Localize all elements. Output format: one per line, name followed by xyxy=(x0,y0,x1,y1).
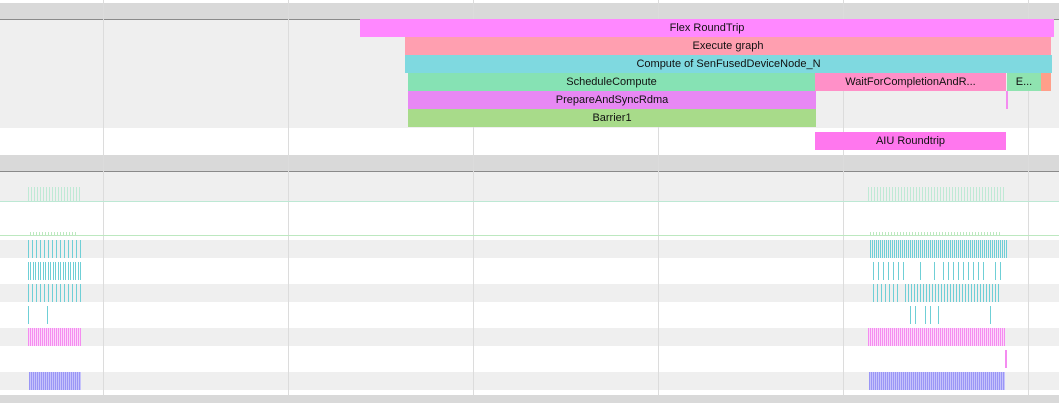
event-tick[interactable] xyxy=(47,306,48,324)
slice-aiu-roundtrip[interactable]: AIU Roundtrip xyxy=(815,132,1006,150)
event-tick[interactable] xyxy=(938,306,939,324)
event-tick[interactable] xyxy=(920,262,921,280)
bottom-stripe xyxy=(0,395,1059,403)
time-gridline xyxy=(288,0,289,395)
event-ticks-purple[interactable] xyxy=(29,372,81,390)
event-ticks-teal[interactable] xyxy=(925,306,931,324)
slice-prepare-sync-rdma[interactable]: PrepareAndSyncRdma xyxy=(408,91,816,109)
slice-e[interactable]: E... xyxy=(1007,73,1041,91)
event-ticks-teal[interactable] xyxy=(873,262,907,280)
event-ticks-magenta[interactable] xyxy=(868,328,1005,346)
slice-thin[interactable] xyxy=(1006,91,1008,109)
slice-flex-roundtrip[interactable]: Flex RoundTrip xyxy=(360,19,1054,37)
event-tick[interactable] xyxy=(990,306,991,324)
event-ticks-teal[interactable] xyxy=(910,306,916,324)
event-ticks-teal[interactable] xyxy=(943,262,988,280)
track-group-header-top[interactable] xyxy=(0,3,1059,19)
trace-timeline-viewer: { "slices": { "flex_roundtrip": "Flex Ro… xyxy=(0,0,1059,403)
slice-barrier[interactable]: Barrier1 xyxy=(408,109,816,127)
track-row xyxy=(0,284,1059,302)
event-tick[interactable] xyxy=(1005,350,1007,368)
event-ticks-purple[interactable] xyxy=(869,372,1005,390)
counter-line xyxy=(0,235,1059,236)
event-ticks-teal[interactable] xyxy=(28,262,82,280)
event-ticks-teal[interactable] xyxy=(873,284,899,302)
event-ticks-green[interactable] xyxy=(28,187,81,201)
slice-compute-node[interactable]: Compute of SenFusedDeviceNode_N xyxy=(405,55,1052,73)
slice-execute-graph[interactable]: Execute graph xyxy=(405,37,1051,55)
event-ticks-teal[interactable] xyxy=(28,240,82,258)
event-ticks-green[interactable] xyxy=(868,187,1006,201)
event-tick[interactable] xyxy=(28,306,29,324)
event-ticks-teal[interactable] xyxy=(995,262,1001,280)
event-ticks-green-small[interactable] xyxy=(30,232,76,235)
event-ticks-magenta[interactable] xyxy=(28,328,81,346)
track-group-header-bottom[interactable] xyxy=(0,155,1059,171)
slice-schedule-compute[interactable]: ScheduleCompute xyxy=(408,73,815,91)
counter-line xyxy=(0,201,1059,202)
event-tick[interactable] xyxy=(934,262,935,280)
event-ticks-teal[interactable] xyxy=(28,284,82,302)
slice-unlabeled[interactable] xyxy=(1041,73,1051,91)
slice-wait-for-completion[interactable]: WaitForCompletionAndR... xyxy=(815,73,1006,91)
event-ticks-teal[interactable] xyxy=(905,284,1001,302)
time-gridline xyxy=(103,0,104,395)
event-ticks-green-small[interactable] xyxy=(870,232,1000,235)
event-ticks-teal[interactable] xyxy=(870,240,1007,258)
